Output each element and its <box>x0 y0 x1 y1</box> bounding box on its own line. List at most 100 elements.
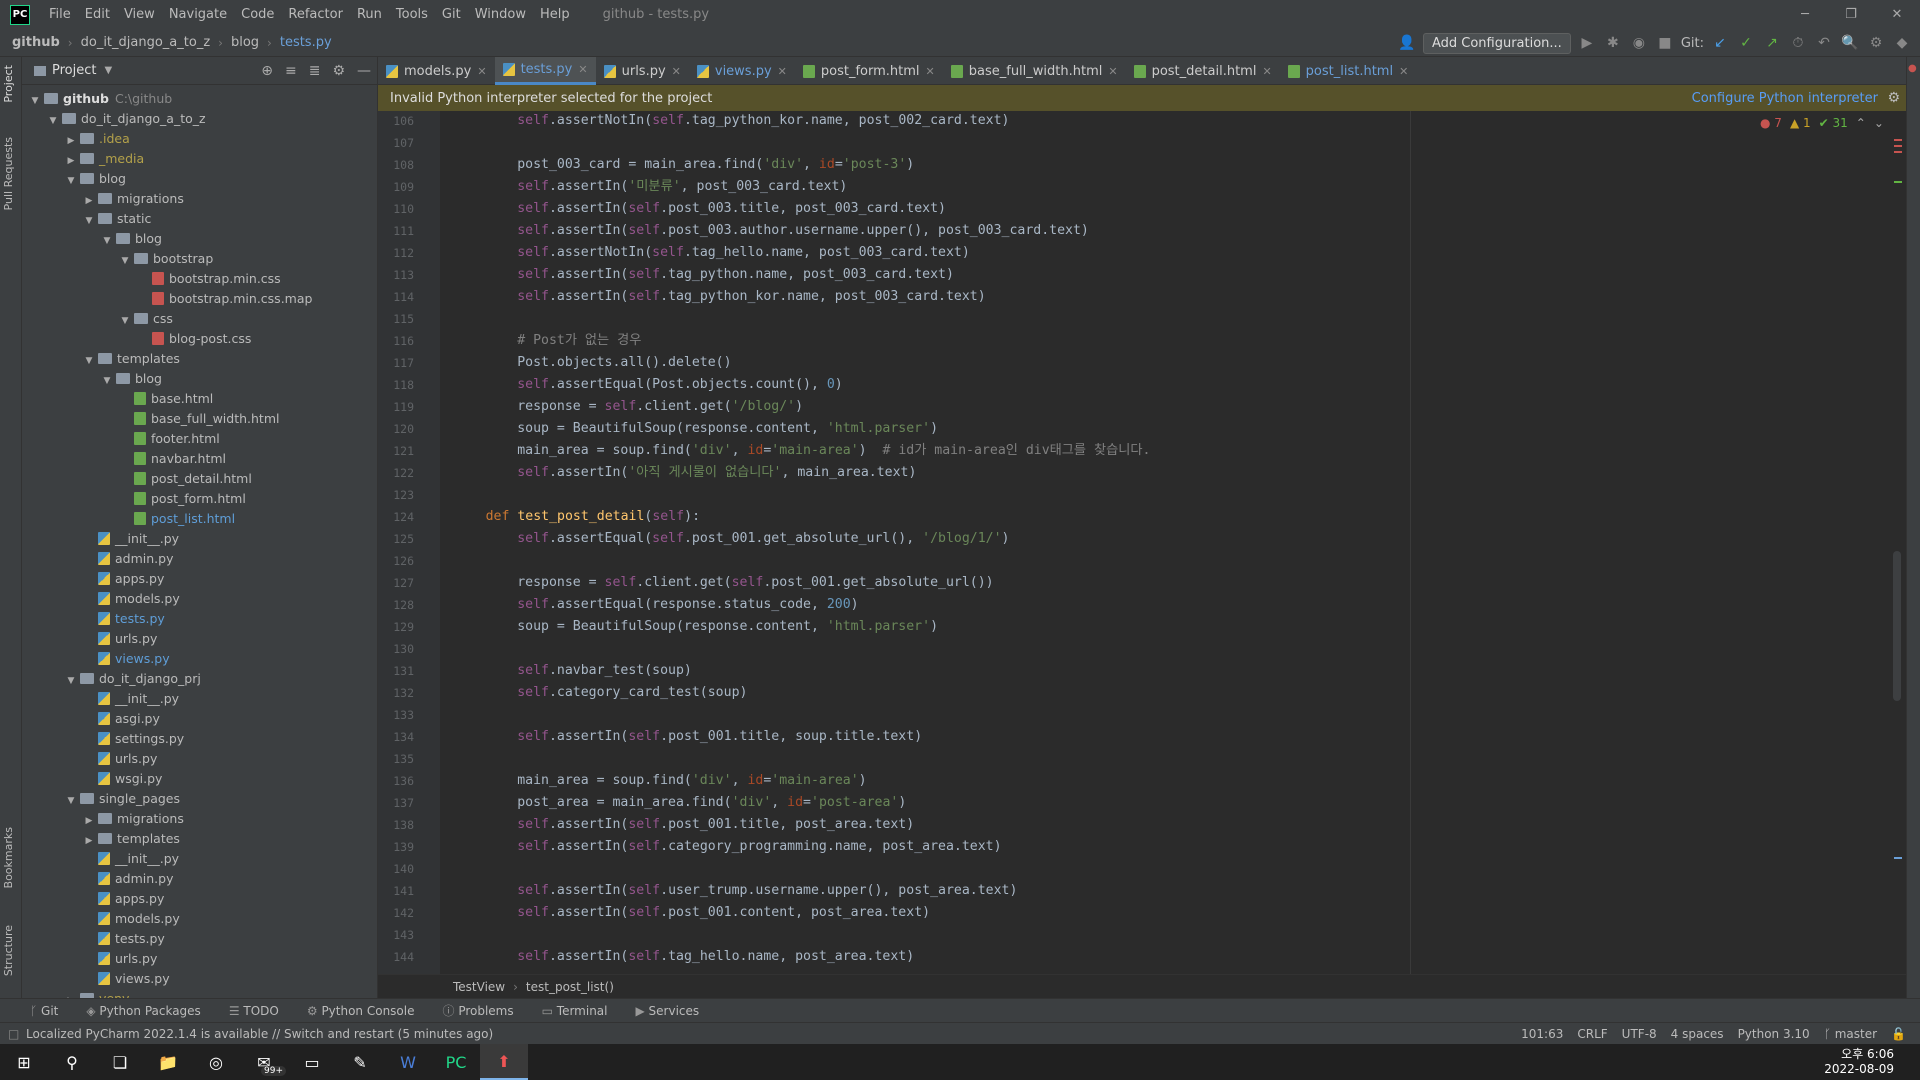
tree-item[interactable]: navbar.html <box>22 449 377 469</box>
chevron-down-icon[interactable]: ▼ <box>100 371 114 391</box>
system-clock[interactable]: 오후 6:06 2022-08-09 <box>1824 1047 1894 1077</box>
tree-item[interactable]: ▶ .idea <box>22 129 377 149</box>
jetbrains-icon[interactable]: ◆ <box>1892 35 1912 51</box>
code-editor[interactable]: self.assertNotIn(self.tag_python_kor.nam… <box>440 111 1906 974</box>
tree-item[interactable]: bootstrap.min.css.map <box>22 289 377 309</box>
restore-icon[interactable]: ❐ <box>1828 0 1874 29</box>
tree-item[interactable]: views.py <box>22 969 377 989</box>
pull-requests-tool-tab[interactable]: Pull Requests <box>2 137 15 210</box>
chevron-right-icon[interactable]: ▶ <box>82 831 96 851</box>
debug-icon[interactable]: ✱ <box>1603 35 1623 51</box>
lock-icon[interactable]: 🔓 <box>1891 1027 1906 1041</box>
tool-window-todo[interactable]: ☰ TODO <box>229 1004 279 1018</box>
tree-item[interactable]: __init__.py <box>22 689 377 709</box>
tree-item[interactable]: settings.py <box>22 729 377 749</box>
tool-window-terminal[interactable]: ▭ Terminal <box>542 1004 608 1018</box>
chevron-down-icon[interactable]: ▼ <box>46 111 60 131</box>
close-icon[interactable]: ✕ <box>1108 65 1117 78</box>
close-icon[interactable]: ✕ <box>1874 0 1920 29</box>
tree-item[interactable]: models.py <box>22 589 377 609</box>
tab-tests-py[interactable]: tests.py ✕ <box>494 57 596 85</box>
expand-all-icon[interactable]: ≡ <box>285 63 297 79</box>
tool-window-services[interactable]: ▶ Services <box>636 1004 700 1018</box>
word-icon[interactable]: W <box>384 1044 432 1080</box>
caret-position[interactable]: 101:63 <box>1521 1027 1563 1041</box>
windows-start-icon[interactable]: ⊞ <box>0 1044 48 1080</box>
run-icon[interactable]: ▶ <box>1577 35 1597 51</box>
chevron-down-icon[interactable]: ▼ <box>28 91 42 111</box>
menu-window[interactable]: Window <box>468 0 533 29</box>
chevron-down-icon[interactable]: ▼ <box>64 791 78 811</box>
tree-item[interactable]: ▼ blog <box>22 369 377 389</box>
tree-item[interactable]: post_list.html <box>22 509 377 529</box>
menu-view[interactable]: View <box>117 0 162 29</box>
tree-item[interactable]: base_full_width.html <box>22 409 377 429</box>
python-interpreter[interactable]: Python 3.10 <box>1738 1027 1810 1041</box>
tree-item[interactable]: __init__.py <box>22 529 377 549</box>
configure-interpreter-link[interactable]: Configure Python interpreter <box>1692 91 1878 106</box>
tree-item[interactable]: footer.html <box>22 429 377 449</box>
gear-icon[interactable]: ⚙ <box>1887 90 1900 106</box>
active-app-icon[interactable]: ⬆ <box>480 1044 528 1080</box>
chevron-down-icon[interactable]: ▼ <box>104 65 112 76</box>
tree-item[interactable]: urls.py <box>22 949 377 969</box>
tree-item[interactable]: urls.py <box>22 629 377 649</box>
tree-item[interactable]: blog-post.css <box>22 329 377 349</box>
status-message[interactable]: Localized PyCharm 2022.1.4 is available … <box>26 1027 493 1041</box>
tree-item[interactable]: __init__.py <box>22 849 377 869</box>
tab-post-form-html[interactable]: post_form.html ✕ <box>795 57 943 85</box>
status-square-icon[interactable]: □ <box>8 1027 19 1041</box>
project-panel-title[interactable]: Project <box>52 63 96 78</box>
chevron-down-icon[interactable]: ▼ <box>118 251 132 271</box>
tree-item[interactable]: ▶ migrations <box>22 809 377 829</box>
close-icon[interactable]: ✕ <box>778 65 787 78</box>
chevron-down-icon[interactable]: ▼ <box>82 211 96 231</box>
tree-item[interactable]: asgi.py <box>22 709 377 729</box>
project-tool-tab[interactable]: Project <box>2 65 15 103</box>
tree-item[interactable]: views.py <box>22 649 377 669</box>
tree-item[interactable]: post_form.html <box>22 489 377 509</box>
chevron-right-icon[interactable]: ▶ <box>64 151 78 171</box>
menu-code[interactable]: Code <box>234 0 281 29</box>
tab-models-py[interactable]: models.py ✕ <box>378 57 495 85</box>
tab-views-py[interactable]: views.py ✕ <box>689 57 795 85</box>
tab-urls-py[interactable]: urls.py ✕ <box>596 57 689 85</box>
menu-help[interactable]: Help <box>533 0 577 29</box>
menu-run[interactable]: Run <box>350 0 389 29</box>
breadcrumb-class[interactable]: TestView <box>453 980 505 994</box>
tree-item[interactable]: ▼ do_it_django_a_to_z <box>22 109 377 129</box>
task-view-icon[interactable]: ❏ <box>96 1044 144 1080</box>
tree-item[interactable]: ▼ bootstrap <box>22 249 377 269</box>
tree-item[interactable]: ▼ static <box>22 209 377 229</box>
tab-base-full-width-html[interactable]: base_full_width.html ✕ <box>943 57 1126 85</box>
notifications-icon[interactable]: ● <box>1908 63 1917 74</box>
chevron-down-icon[interactable]: ▼ <box>82 351 96 371</box>
settings-icon[interactable]: ⚙ <box>1866 35 1886 51</box>
tree-item[interactable]: ▼ blog <box>22 229 377 249</box>
inspection-widget[interactable]: ● 7 ▲ 1 ✔ 31 ⌃ ⌄ <box>1760 116 1884 130</box>
tab-post-list-html[interactable]: post_list.html ✕ <box>1280 57 1417 85</box>
close-icon[interactable]: ✕ <box>1262 65 1271 78</box>
menu-navigate[interactable]: Navigate <box>162 0 234 29</box>
indent-setting[interactable]: 4 spaces <box>1671 1027 1724 1041</box>
bookmarks-tool-tab[interactable]: Bookmarks <box>2 827 15 888</box>
locate-icon[interactable]: ⊕ <box>261 63 273 79</box>
structure-tool-tab[interactable]: Structure <box>2 925 15 976</box>
notepad-icon[interactable]: ✎ <box>336 1044 384 1080</box>
tree-item[interactable]: ▼ single_pages <box>22 789 377 809</box>
menu-refactor[interactable]: Refactor <box>281 0 350 29</box>
chevron-right-icon[interactable]: ▶ <box>64 131 78 151</box>
line-separator[interactable]: CRLF <box>1577 1027 1607 1041</box>
menu-git[interactable]: Git <box>435 0 468 29</box>
tree-item[interactable]: tests.py <box>22 609 377 629</box>
chevron-right-icon[interactable]: ▶ <box>82 191 96 211</box>
menu-edit[interactable]: Edit <box>78 0 117 29</box>
chrome-icon[interactable]: ◎ <box>192 1044 240 1080</box>
git-push-icon[interactable]: ↗ <box>1762 35 1782 51</box>
git-update-icon[interactable]: ↙ <box>1710 35 1730 51</box>
tree-item[interactable]: base.html <box>22 389 377 409</box>
coverage-icon[interactable]: ◉ <box>1629 35 1649 51</box>
close-icon[interactable]: ✕ <box>1399 65 1408 78</box>
user-icon[interactable]: 👤 <box>1397 35 1417 51</box>
chevron-up-icon[interactable]: ⌃ <box>1856 116 1866 130</box>
